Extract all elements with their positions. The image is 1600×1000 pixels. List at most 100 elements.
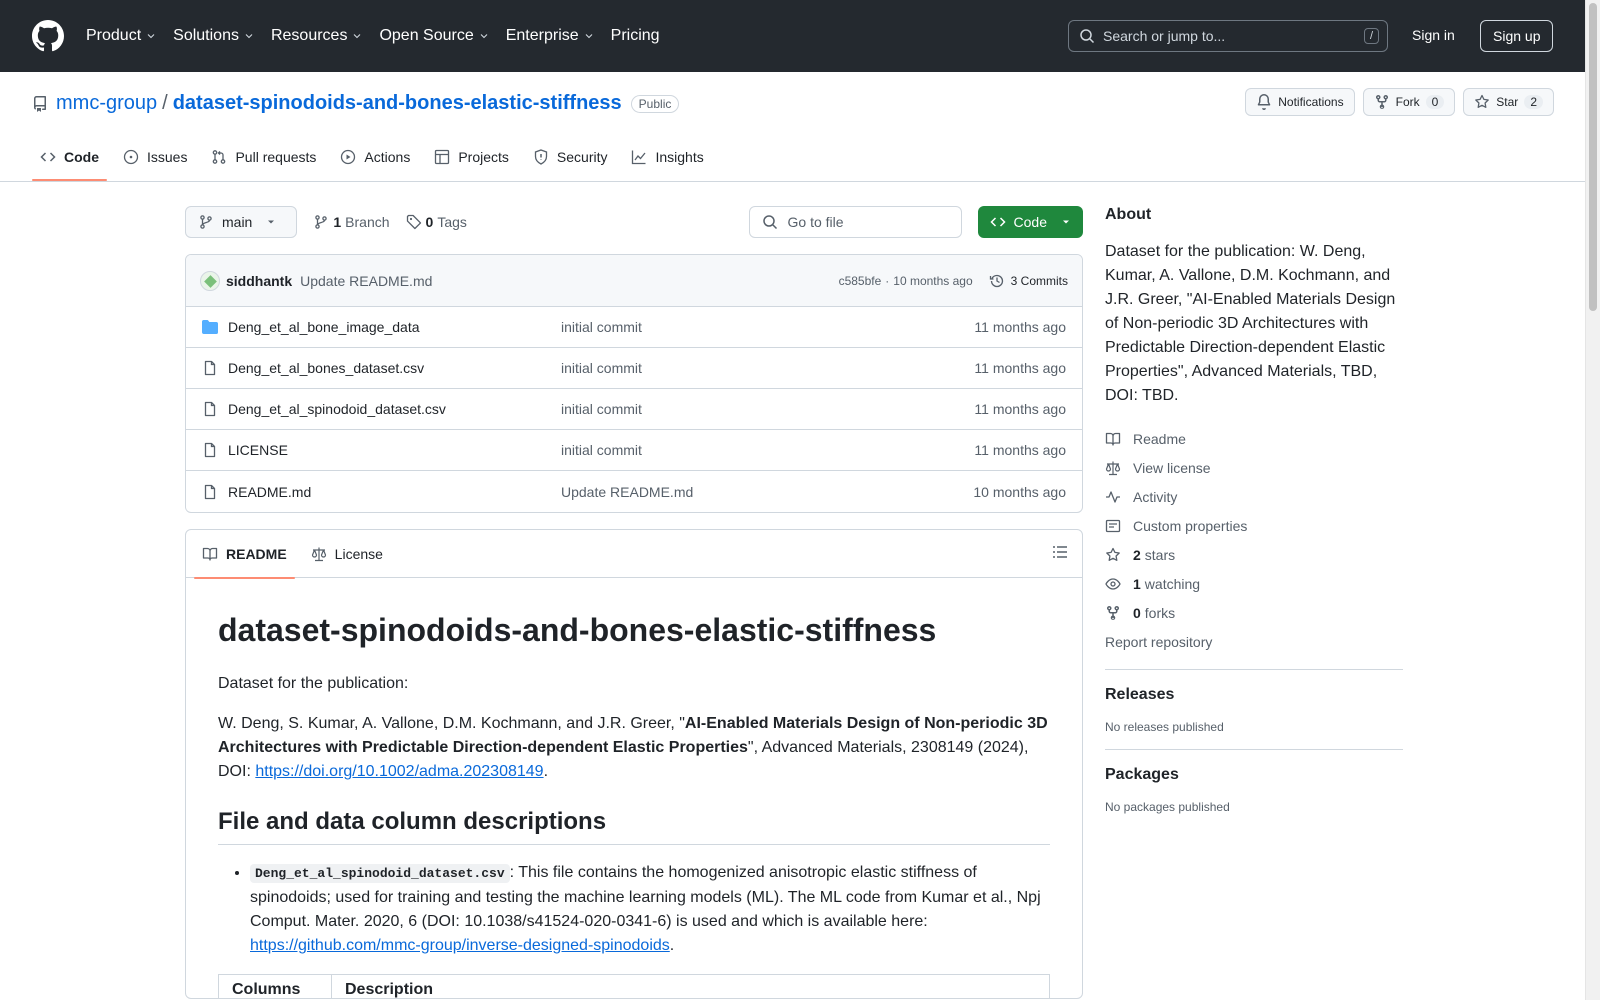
file-name-link[interactable]: README.md: [228, 484, 561, 500]
forks-link[interactable]: 0 forks: [1105, 598, 1403, 627]
section-heading: File and data column descriptions: [218, 808, 1050, 845]
nav-resources-label: Resources: [270, 27, 348, 44]
go-to-file-input[interactable]: Go to file: [748, 206, 962, 238]
commit-author-link[interactable]: siddhantk: [226, 273, 292, 289]
releases-empty-text: No releases published: [1105, 720, 1224, 734]
repo-sidebar: About Dataset for the publication: W. De…: [1105, 206, 1403, 829]
nav-open-source[interactable]: Open Source: [379, 27, 489, 45]
stars-count: 2: [1133, 546, 1141, 563]
nav-enterprise[interactable]: Enterprise: [506, 27, 595, 45]
readme-panel: README License dataset-spinodoids-and-bo…: [185, 529, 1083, 999]
nav-open-source-label: Open Source: [379, 27, 474, 44]
repo-name-link[interactable]: dataset-spinodoids-and-bones-elastic-sti…: [173, 92, 622, 115]
branches-link[interactable]: 1 Branch: [313, 214, 390, 230]
repo-tabs: Code Issues Pull requests Actions Projec…: [32, 133, 720, 181]
avatar[interactable]: [200, 270, 220, 291]
github-logo-icon[interactable]: [32, 20, 64, 52]
scrollbar-thumb[interactable]: [1589, 3, 1597, 311]
sign-up-button[interactable]: Sign up: [1480, 20, 1554, 52]
forks-count: 0: [1133, 604, 1141, 621]
tag-count: 0: [425, 214, 434, 230]
commit-message-link[interactable]: Update README.md: [300, 273, 432, 289]
file-commit-link[interactable]: initial commit: [561, 319, 974, 335]
file-name-link[interactable]: Deng_et_al_bones_dataset.csv: [228, 360, 561, 376]
sign-in-link[interactable]: Sign in: [1412, 27, 1455, 43]
stars-link[interactable]: 2 stars: [1105, 540, 1403, 569]
outline-button[interactable]: [1052, 544, 1068, 560]
file-toolbar: main 1 Branch 0 Tags Go to file Code: [185, 206, 1083, 238]
tab-readme[interactable]: README: [194, 530, 295, 579]
star-button[interactable]: Star 2: [1463, 88, 1554, 116]
packages-heading[interactable]: Packages: [1105, 766, 1403, 784]
commits-history-link[interactable]: 3 Commits: [989, 273, 1068, 289]
tab-insights[interactable]: Insights: [623, 133, 711, 181]
report-repository-label: Report repository: [1105, 633, 1213, 650]
tab-projects[interactable]: Projects: [426, 133, 517, 181]
tab-license[interactable]: License: [303, 530, 391, 578]
custom-properties-link[interactable]: Custom properties: [1105, 511, 1403, 540]
file-commit-link[interactable]: initial commit: [561, 360, 974, 376]
table-row[interactable]: README.md Update README.md 10 months ago: [186, 471, 1082, 512]
tab-issues[interactable]: Issues: [115, 133, 195, 181]
stars-label: stars: [1144, 546, 1176, 563]
nav-resources[interactable]: Resources: [271, 27, 363, 45]
branch-selector[interactable]: main: [185, 206, 298, 238]
activity-link[interactable]: Activity: [1105, 482, 1403, 511]
tab-security[interactable]: Security: [525, 133, 616, 181]
git-pull-request-icon: [213, 150, 226, 164]
search-shortcut-key: /: [1363, 28, 1379, 44]
tab-actions[interactable]: Actions: [332, 133, 418, 181]
git-branch-icon: [315, 215, 328, 229]
table-row[interactable]: Deng_et_al_spinodoid_dataset.csv initial …: [186, 389, 1082, 430]
fork-label: Fork: [1395, 95, 1420, 109]
inverse-designed-spinodoids-link[interactable]: https://github.com/mmc-group/inverse-des…: [250, 937, 670, 954]
license-link[interactable]: View license: [1105, 453, 1403, 482]
file-name-link[interactable]: LICENSE: [228, 442, 561, 458]
doi-link[interactable]: https://doi.org/10.1002/adma.202308149: [255, 763, 543, 780]
nav-product-label: Product: [86, 27, 142, 44]
fork-button[interactable]: Fork 0: [1362, 88, 1456, 116]
nav-solutions[interactable]: Solutions: [173, 27, 255, 45]
tab-license-label: License: [334, 545, 383, 562]
code-dropdown-button[interactable]: Code: [977, 206, 1083, 238]
file-date: 11 months ago: [974, 360, 1066, 376]
caret-down-icon: [268, 220, 275, 224]
repo-owner-link[interactable]: mmc-group: [56, 92, 157, 115]
releases-section: Releases No releases published: [1105, 669, 1403, 734]
file-commit-link[interactable]: initial commit: [561, 401, 974, 417]
readme-link[interactable]: Readme: [1105, 424, 1403, 453]
global-header: Product Solutions Resources Open Source …: [0, 0, 1600, 72]
page-scrollbar[interactable]: [1585, 0, 1600, 1000]
nav-pricing[interactable]: Pricing: [611, 27, 660, 45]
notifications-button[interactable]: Notifications: [1245, 88, 1355, 116]
file-name-link[interactable]: Deng_et_al_spinodoid_dataset.csv: [228, 401, 561, 417]
table-row[interactable]: LICENSE initial commit 11 months ago: [186, 430, 1082, 471]
tags-link[interactable]: 0 Tags: [406, 214, 467, 230]
file-commit-link[interactable]: Update README.md: [561, 484, 973, 500]
shield-icon: [534, 149, 548, 165]
note-icon: [1105, 519, 1121, 532]
file-name-link[interactable]: Deng_et_al_bone_image_data: [228, 319, 561, 335]
global-search-input[interactable]: Search or jump to... /: [1068, 20, 1388, 52]
file-commit-link[interactable]: initial commit: [561, 442, 974, 458]
report-repository-link[interactable]: Report repository: [1105, 627, 1403, 656]
star-icon: [1475, 94, 1490, 108]
nav-enterprise-label: Enterprise: [505, 27, 579, 44]
file-list: Deng_et_al_bone_image_data initial commit…: [186, 307, 1082, 512]
table-row[interactable]: Deng_et_al_bones_dataset.csv initial comm…: [186, 348, 1082, 389]
commit-meta-separator: ·: [885, 273, 890, 288]
watching-link[interactable]: 1 watching: [1105, 569, 1403, 598]
main-content: main 1 Branch 0 Tags Go to file Code sid…: [185, 206, 1083, 999]
list-item: Deng_et_al_spinodoid_dataset.csv: This f…: [250, 861, 1050, 958]
table-row[interactable]: Deng_et_al_bone_image_data initial commit…: [186, 307, 1082, 348]
releases-heading[interactable]: Releases: [1105, 686, 1403, 704]
caret-down-icon: [1063, 220, 1069, 224]
table-header-columns: Columns: [219, 975, 332, 998]
commit-hash-link[interactable]: c585bfe: [839, 274, 882, 288]
citation-authors: W. Deng, S. Kumar, A. Vallone, D.M. Koch…: [218, 715, 685, 732]
tab-pull-requests[interactable]: Pull requests: [203, 133, 324, 181]
watching-count: 1: [1133, 575, 1141, 592]
tab-code[interactable]: Code: [32, 133, 107, 181]
nav-product[interactable]: Product: [86, 27, 157, 45]
repo-title: mmc-group / dataset-spinodoids-and-bones…: [32, 92, 680, 115]
